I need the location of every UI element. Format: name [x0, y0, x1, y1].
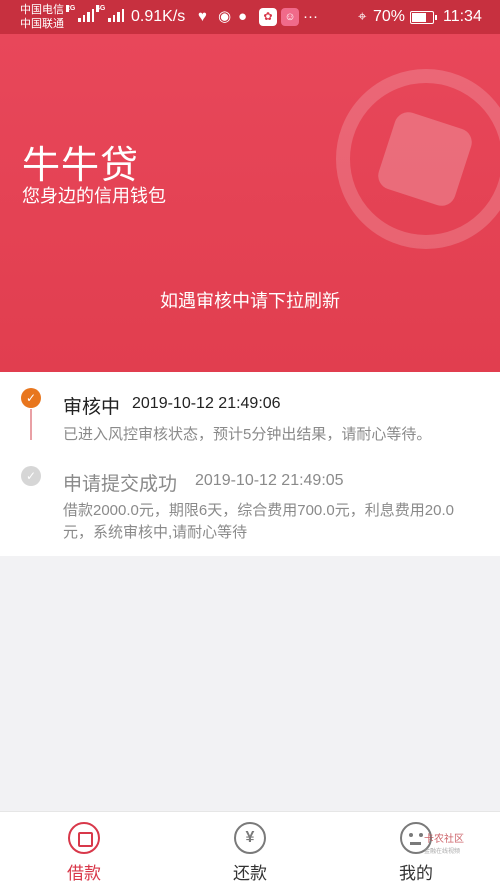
nav-tab-loan[interactable]: 借款	[24, 812, 144, 888]
more-dots-icon: ···	[303, 8, 318, 25]
loan-icon	[68, 822, 100, 854]
battery-icon	[410, 11, 437, 24]
nav-label: 还款	[233, 864, 267, 883]
step-description: 已进入风控审核状态，预计5分钟出结果，请耐心等待。	[63, 426, 432, 443]
step-status: 审核中	[63, 397, 121, 418]
app-badge-icon: ✿	[259, 8, 277, 26]
step-time: 2019-10-12 21:49:06	[132, 395, 281, 412]
nav-label: 借款	[67, 864, 101, 883]
chat-bubble-icon: ●	[238, 8, 248, 25]
active-step-check-icon: ✓	[21, 388, 41, 408]
carrier-2: 中国联通	[20, 18, 64, 30]
heart-pulse-icon: ♥	[198, 8, 207, 25]
step-time: 2019-10-12 21:49:05	[195, 472, 344, 489]
review-timeline: ✓ 审核中 2019-10-12 21:49:06 已进入风控审核状态，预计5分…	[0, 372, 500, 556]
watermark-logo: 卡农社区 金融在线视频	[424, 834, 464, 855]
carrier-1: 中国电信	[20, 4, 64, 16]
step-status: 申请提交成功	[63, 474, 178, 495]
network-speed: 0.91K/s	[131, 8, 186, 25]
wechat-icon: ◉	[218, 8, 232, 25]
status-bar: 中国电信 中国联通 2G 4G 0.91K/s ♥ ◉ ● ✿ ☺ ··· ⌖ …	[0, 0, 500, 34]
nav-label: 我的	[399, 864, 433, 883]
repay-yen-icon: ¥	[234, 822, 266, 854]
app-title: 牛牛贷	[22, 145, 140, 187]
location-icon: ⌖	[358, 8, 367, 25]
app-badge-icon-2: ☺	[281, 8, 299, 26]
pull-refresh-hint: 如遇审核中请下拉刷新	[160, 291, 340, 311]
signal-2-icon: 4G	[96, 5, 124, 22]
battery-percent: 70%	[373, 8, 406, 25]
hero-banner: 牛牛贷 您身边的信用钱包 如遇审核中请下拉刷新	[0, 34, 500, 372]
signal-1-icon: 2G	[66, 5, 94, 22]
step-description: 借款2000.0元，期限6天，综合费用700.0元，利息费用20.0元，系统审核…	[63, 502, 454, 541]
timeline-connector	[30, 409, 32, 440]
done-step-check-icon: ✓	[21, 466, 41, 486]
clock: 11:34	[443, 8, 482, 25]
nav-tab-repay[interactable]: ¥ 还款	[190, 812, 310, 888]
app-slogan: 您身边的信用钱包	[22, 186, 166, 206]
carrier-names: 中国电信 中国联通	[20, 3, 64, 31]
